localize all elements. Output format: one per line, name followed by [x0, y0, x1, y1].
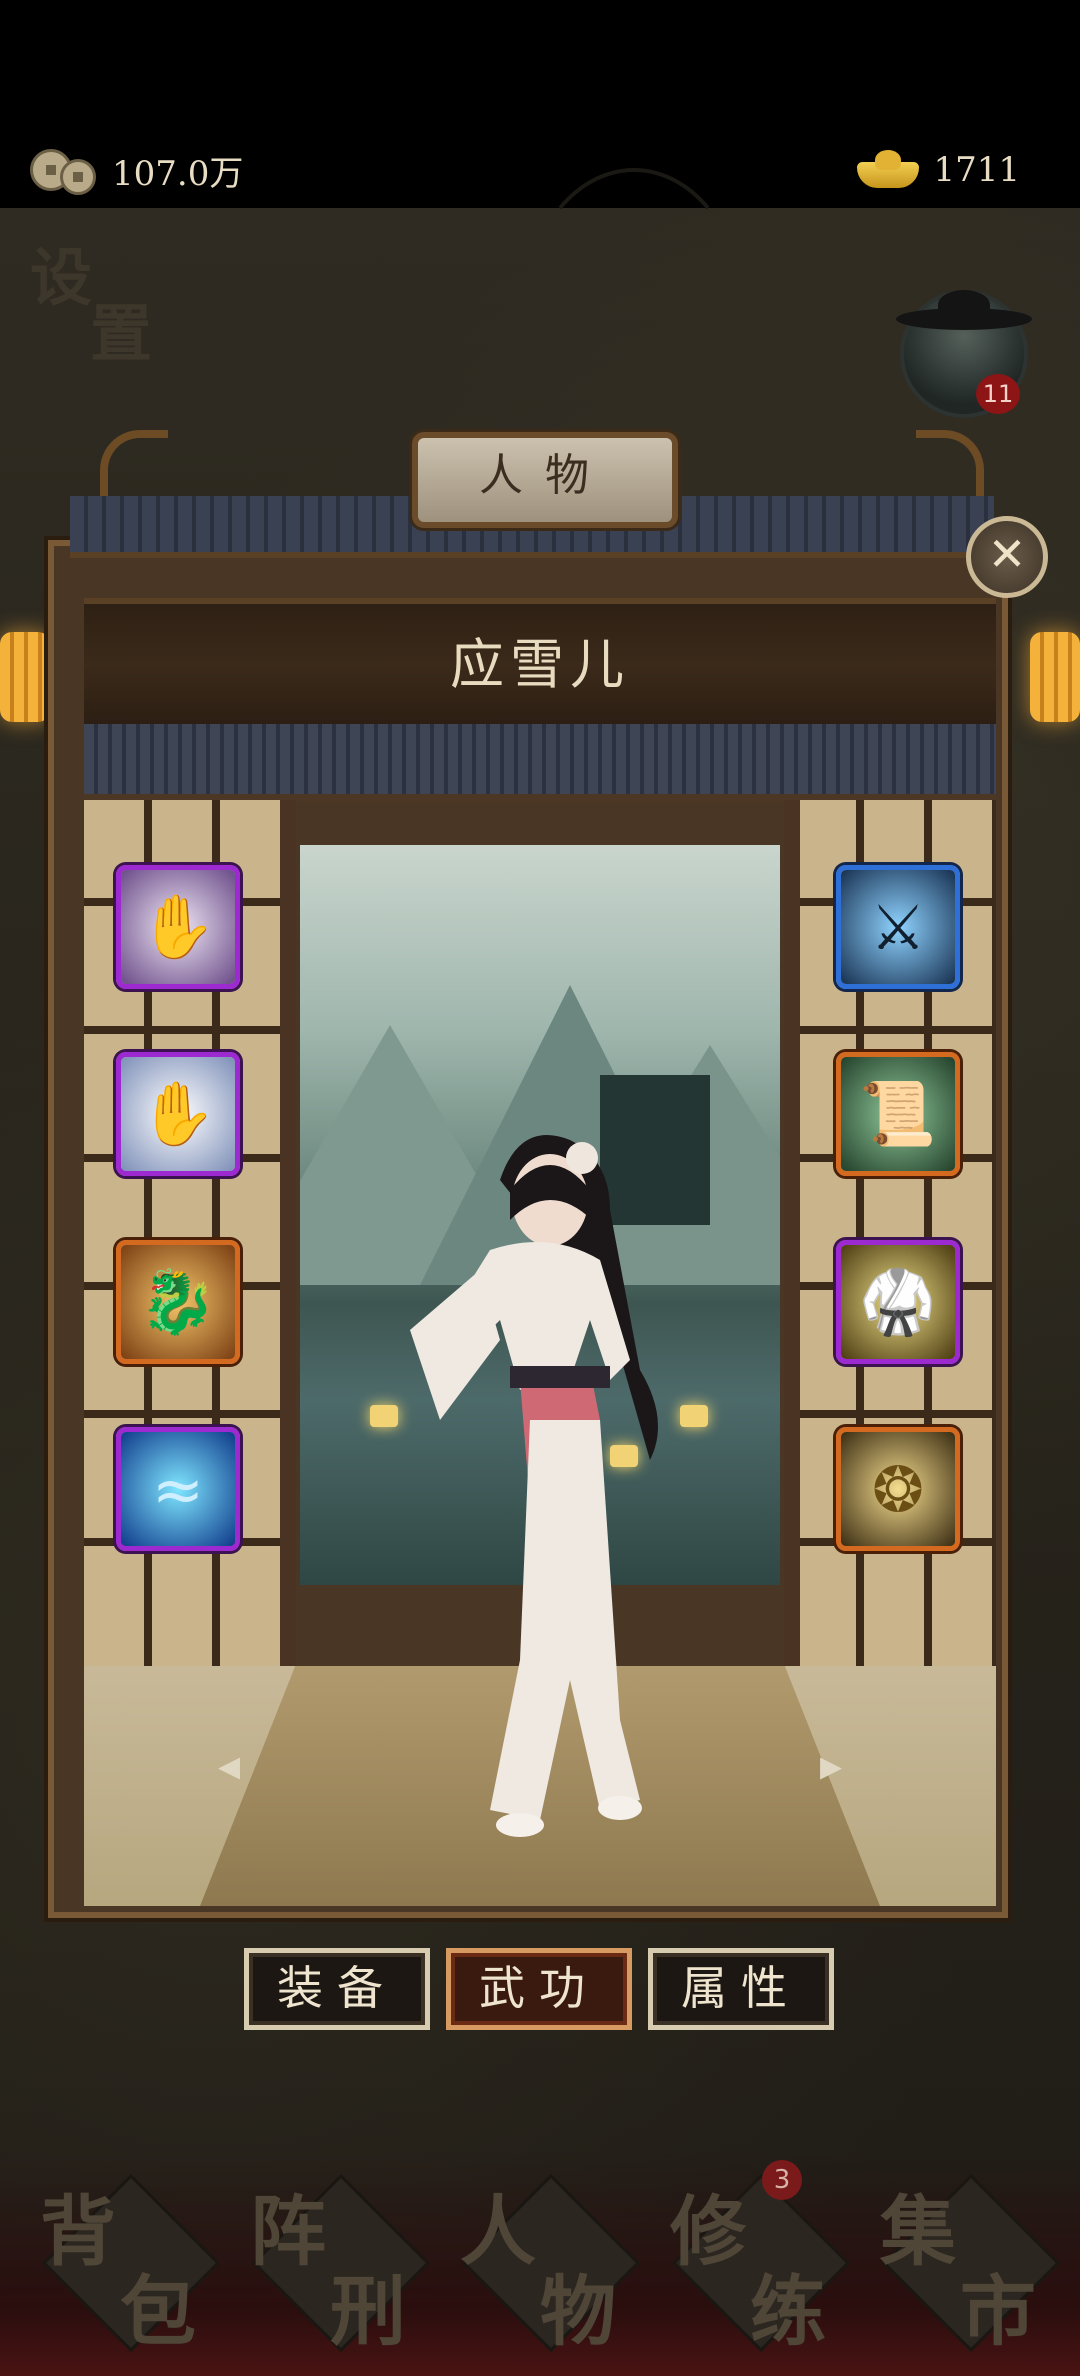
nav-backpack-char-2: 包	[120, 2267, 196, 2356]
nav-character-char-1: 人	[460, 2187, 536, 2276]
settings-char-2: 置	[90, 297, 163, 370]
skill-slot-right-4[interactable]: ❂	[836, 1427, 960, 1551]
copper-coin-icon	[30, 147, 98, 195]
nav-character-char-2: 物	[540, 2267, 616, 2356]
tab-attributes[interactable]: 属性	[648, 1948, 834, 2030]
nav-item-formation[interactable]: 阵 刑	[240, 2170, 431, 2356]
arrow-right-icon[interactable]: ▸	[820, 1740, 842, 1791]
nav-formation-char-1: 阵	[250, 2187, 326, 2276]
lantern-icon	[0, 632, 50, 722]
nav-backpack-char-1: 背	[40, 2187, 116, 2276]
settings-button[interactable]: 设 置	[30, 247, 180, 370]
golden-emblem-icon: ❂	[841, 1432, 955, 1546]
lantern-icon	[1030, 632, 1080, 722]
nav-formation-char-2: 刑	[330, 2267, 406, 2356]
scroll-icon: 📜	[841, 1057, 955, 1171]
dragon-icon: 🐉	[121, 1245, 235, 1359]
close-icon: ✕	[987, 527, 1027, 581]
nav-training-char-2: 练	[750, 2267, 826, 2356]
skill-slot-left-4[interactable]: ≈	[116, 1427, 240, 1551]
tab-equipment[interactable]: 装备	[244, 1948, 430, 2030]
nav-item-backpack[interactable]: 背 包	[30, 2170, 221, 2356]
coin-balance[interactable]: 107.0万	[30, 140, 243, 200]
strike-hand-icon: ✋	[121, 1057, 235, 1171]
skill-slot-left-1[interactable]: ✋	[116, 865, 240, 989]
nav-training-char-1: 修	[670, 2187, 746, 2276]
swordsman-icon: ⚔	[841, 870, 955, 984]
nav-item-market[interactable]: 集 市	[870, 2170, 1061, 2356]
character-portrait[interactable]	[370, 1120, 730, 1860]
player-avatar[interactable]: 11	[896, 290, 1032, 418]
avatar-notification-badge: 11	[976, 374, 1020, 414]
coin-amount: 107.0万	[112, 153, 244, 194]
character-name: 应雪儿	[84, 598, 996, 732]
skill-slot-right-1[interactable]: ⚔	[836, 865, 960, 989]
skill-slot-left-3[interactable]: 🐉	[116, 1240, 240, 1364]
panel-title: 人物	[412, 432, 678, 528]
skill-slot-right-3[interactable]: 🥋	[836, 1240, 960, 1364]
skill-slot-right-2[interactable]: 📜	[836, 1052, 960, 1176]
arrow-left-icon[interactable]: ◂	[218, 1740, 240, 1791]
palm-icon: ✋	[121, 870, 235, 984]
water-spirit-icon: ≈	[121, 1432, 235, 1546]
nav-item-training[interactable]: 修 练	[660, 2170, 851, 2356]
gold-ingot-icon	[857, 148, 920, 192]
nav-market-char-2: 市	[960, 2267, 1036, 2356]
close-button[interactable]: ✕	[966, 516, 1048, 598]
nav-market-char-1: 集	[880, 2187, 956, 2276]
tab-martial-arts[interactable]: 武功	[446, 1948, 632, 2030]
skill-slot-left-2[interactable]: ✋	[116, 1052, 240, 1176]
lattice-beam	[84, 724, 996, 802]
gold-balance[interactable]: 1711	[857, 140, 1020, 200]
nav-item-character[interactable]: 人 物	[450, 2170, 641, 2356]
martial-artist-icon: 🥋	[841, 1245, 955, 1359]
gold-amount: 1711	[933, 150, 1020, 190]
training-badge: 3	[762, 2160, 802, 2200]
